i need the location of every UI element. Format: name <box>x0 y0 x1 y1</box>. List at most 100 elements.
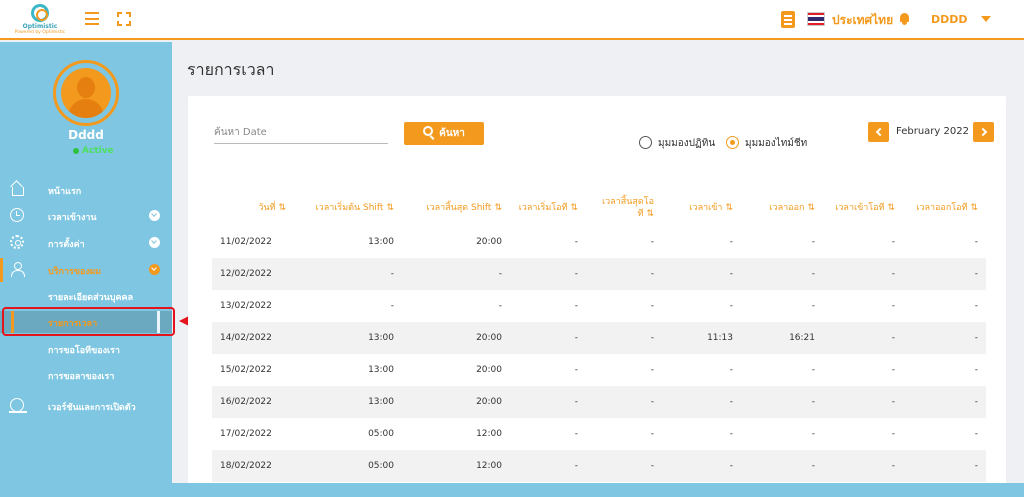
table-cell: - <box>903 258 986 290</box>
user-menu-name[interactable]: DDDD <box>931 13 968 26</box>
sidebar-subitem-ot-requests[interactable]: การขอโอทีของเรา <box>0 338 172 360</box>
callout-highlight-box <box>2 307 175 336</box>
home-icon <box>10 182 24 196</box>
table-cell: - <box>729 429 733 439</box>
app-logo[interactable]: Optimistic Powered by Optimistic <box>10 4 70 38</box>
table-row[interactable]: 13/02/2022 - - - - - - - - <box>212 290 986 322</box>
sort-icon[interactable]: ⇅ <box>646 209 654 219</box>
top-bar: Optimistic Powered by Optimistic ประเทศไ… <box>0 0 1024 40</box>
table-cell: - <box>974 237 978 247</box>
column-header[interactable]: วันที่ ⇅ <box>212 190 294 226</box>
search-input[interactable] <box>214 122 388 144</box>
timesheet-table: วันที่ ⇅ เวลาเริ่มต้น Shift ⇅ เวลาสิ้นสุด Sh… <box>212 190 986 482</box>
sidebar-item-home[interactable]: หน้าแรก <box>0 178 172 202</box>
next-month-button[interactable] <box>973 122 994 142</box>
table-cell: - <box>586 322 662 354</box>
sort-icon[interactable]: ⇅ <box>970 203 978 213</box>
table-row[interactable]: 11/02/2022 13:00 20:00 - - - - - - <box>212 226 986 258</box>
sidebar-subitem-personal-details[interactable]: รายละเอียดส่วนบุคคล <box>0 285 172 307</box>
sort-icon[interactable]: ⇅ <box>494 203 502 213</box>
sidebar: Dddd Active หน้าแรก เวลาเข้างาน การตั้งค… <box>0 42 172 497</box>
table-cell: - <box>891 365 895 375</box>
table-cell: - <box>823 258 903 290</box>
sidebar-subitem-label: การขอลาของเรา <box>48 372 115 382</box>
sort-icon[interactable]: ⇅ <box>887 203 895 213</box>
avatar[interactable] <box>53 60 119 126</box>
table-cell: - <box>741 258 823 290</box>
fullscreen-icon[interactable] <box>117 12 131 26</box>
table-row[interactable]: 17/02/2022 05:00 12:00 - - - - - - <box>212 418 986 450</box>
table-cell: - <box>586 258 662 290</box>
column-header[interactable]: เวลาสิ้นสุด Shift ⇅ <box>402 190 510 226</box>
search-button[interactable]: ค้นหา <box>404 122 484 145</box>
sort-icon[interactable]: ⇅ <box>807 203 815 213</box>
table-cell: 13:00 <box>368 365 394 375</box>
notification-bell-icon[interactable] <box>899 13 910 25</box>
sort-icon[interactable]: ⇅ <box>725 203 733 213</box>
table-cell: - <box>903 450 986 482</box>
table-cell: - <box>974 429 978 439</box>
table-cell: - <box>662 258 741 290</box>
table-cell: - <box>729 237 733 247</box>
sidebar-item-my-services[interactable]: บริการของผม <box>0 258 172 282</box>
table-cell: - <box>903 386 986 418</box>
logo-name: Optimistic <box>22 23 58 30</box>
table-cell: - <box>729 365 733 375</box>
sort-icon[interactable]: ⇅ <box>278 203 286 213</box>
column-header[interactable]: เวลาออกโอที ⇅ <box>903 190 986 226</box>
table-cell: - <box>650 237 654 247</box>
sidebar-item-settings[interactable]: การตั้งค่า <box>0 231 172 255</box>
table-cell: 13:00 <box>294 322 402 354</box>
sidebar-subitem-label: การขอโอทีของเรา <box>48 346 120 356</box>
table-cell: - <box>510 450 586 482</box>
table-cell: - <box>891 429 895 439</box>
table-cell: - <box>574 237 578 247</box>
sidebar-item-label: เวอร์ชันและการเปิดตัว <box>48 403 136 413</box>
table-cell: 20:00 <box>476 237 502 247</box>
table-cell: - <box>650 301 654 311</box>
sidebar-item-label: เวลาเข้างาน <box>48 213 97 223</box>
column-header[interactable]: เวลาสิ้นสุดโอที ⇅ <box>586 190 662 226</box>
table-cell: - <box>891 237 895 247</box>
table-cell: - <box>498 301 502 311</box>
gear-icon <box>10 235 24 249</box>
table-row[interactable]: 15/02/2022 13:00 20:00 - - - - - - <box>212 354 986 386</box>
sort-icon[interactable]: ⇅ <box>386 203 394 213</box>
logo-tagline: Powered by Optimistic <box>14 30 66 35</box>
language-selector[interactable]: ประเทศไทย <box>832 11 893 30</box>
column-header[interactable]: เวลาเริ่มโอที ⇅ <box>510 190 586 226</box>
column-header[interactable]: เวลาเข้าโอที ⇅ <box>823 190 903 226</box>
sidebar-item-attendance[interactable]: เวลาเข้างาน <box>0 204 172 228</box>
table-cell: - <box>390 301 394 311</box>
table-row[interactable]: 14/02/2022 13:00 20:00- -11:13 16:21- - <box>212 322 986 354</box>
table-cell: - <box>650 429 654 439</box>
prev-month-button[interactable] <box>868 122 889 142</box>
column-header[interactable]: เวลาเข้า ⇅ <box>662 190 741 226</box>
table-row[interactable]: 16/02/2022 13:00 20:00- - - - - - <box>212 386 986 418</box>
chevron-down-icon <box>149 264 160 275</box>
thai-flag-icon[interactable] <box>807 12 825 26</box>
table-cell: - <box>811 237 815 247</box>
table-cell: - <box>574 365 578 375</box>
document-icon[interactable] <box>781 11 795 28</box>
user-icon <box>10 262 25 277</box>
sort-icon[interactable]: ⇅ <box>570 203 578 213</box>
sidebar-subitem-leave-requests[interactable]: การขอลาของเรา <box>0 364 172 386</box>
active-indicator <box>0 258 3 282</box>
table-cell: - <box>574 429 578 439</box>
column-header[interactable]: เวลาออก ⇅ <box>741 190 823 226</box>
column-header[interactable]: เวลาเริ่มต้น Shift ⇅ <box>294 190 402 226</box>
table-row[interactable]: 18/02/2022 05:00 12:00- - - - - - <box>212 450 986 482</box>
table-cell: - <box>903 322 986 354</box>
table-cell: 13/02/2022 <box>220 301 272 311</box>
radio-label: มุมมองไทม์ชีท <box>745 138 808 149</box>
table-cell: - <box>586 386 662 418</box>
table-cell: 18/02/2022 <box>212 450 294 482</box>
chevron-down-icon <box>149 237 160 248</box>
table-cell: 12:00 <box>476 429 502 439</box>
hamburger-menu-icon[interactable] <box>85 12 99 25</box>
table-row[interactable]: 12/02/2022- - - - - - - - <box>212 258 986 290</box>
sidebar-item-version[interactable]: เวอร์ชันและการเปิดตัว <box>0 394 172 418</box>
table-cell: - <box>974 365 978 375</box>
user-menu-caret-icon[interactable] <box>981 16 991 22</box>
